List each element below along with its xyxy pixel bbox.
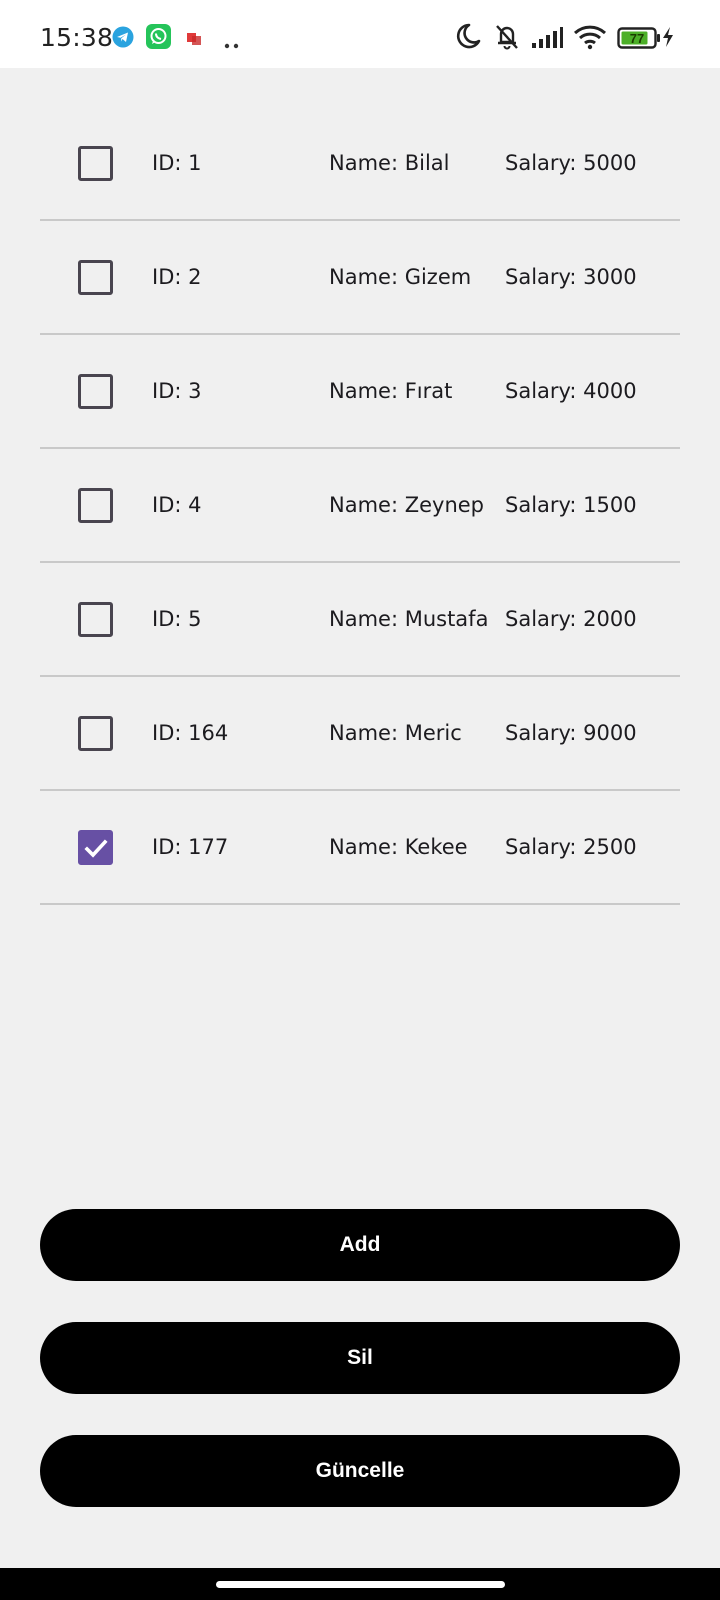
list-item[interactable]: ID: 177 Name: Kekee Salary: 2500 xyxy=(40,791,680,905)
charging-icon xyxy=(661,26,675,52)
wifi-icon xyxy=(573,24,607,54)
app-notification-icon xyxy=(187,30,201,49)
employee-salary: Salary: 9000 xyxy=(505,721,637,745)
battery-icon: 77 xyxy=(617,27,661,53)
update-button[interactable]: Güncelle xyxy=(40,1435,680,1507)
employee-name: Name: Mustafa xyxy=(329,607,489,631)
employee-salary: Salary: 2500 xyxy=(505,835,637,859)
employee-id: ID: 2 xyxy=(152,265,202,289)
row-checkbox[interactable] xyxy=(78,602,113,637)
employee-name: Name: Bilal xyxy=(329,151,450,175)
home-indicator[interactable] xyxy=(216,1581,505,1588)
employee-id: ID: 5 xyxy=(152,607,202,631)
list-item[interactable]: ID: 4 Name: Zeynep Salary: 1500 xyxy=(40,449,680,563)
employee-salary: Salary: 1500 xyxy=(505,493,637,517)
employee-id: ID: 164 xyxy=(152,721,229,745)
employee-id: ID: 1 xyxy=(152,151,202,175)
row-checkbox[interactable] xyxy=(78,146,113,181)
employee-id: ID: 4 xyxy=(152,493,202,517)
row-checkbox[interactable] xyxy=(78,488,113,523)
employee-salary: Salary: 2000 xyxy=(505,607,637,631)
navigation-bar xyxy=(0,1568,720,1600)
employee-salary: Salary: 3000 xyxy=(505,265,637,289)
delete-button[interactable]: Sil xyxy=(40,1322,680,1394)
employee-salary: Salary: 5000 xyxy=(505,151,637,175)
add-button[interactable]: Add xyxy=(40,1209,680,1281)
employee-name: Name: Kekee xyxy=(329,835,468,859)
employee-name: Name: Gizem xyxy=(329,265,472,289)
row-checkbox[interactable] xyxy=(78,830,113,865)
employee-name: Name: Meric xyxy=(329,721,462,745)
list-item[interactable]: ID: 5 Name: Mustafa Salary: 2000 xyxy=(40,563,680,677)
bell-off-icon xyxy=(493,22,521,54)
employee-id: ID: 177 xyxy=(152,835,229,859)
list-item[interactable]: ID: 1 Name: Bilal Salary: 5000 xyxy=(40,107,680,221)
employee-name: Name: Zeynep xyxy=(329,493,484,517)
status-time: 15:38 xyxy=(40,23,114,52)
employee-salary: Salary: 4000 xyxy=(505,379,637,403)
row-checkbox[interactable] xyxy=(78,374,113,409)
whatsapp-icon xyxy=(146,24,171,53)
check-icon xyxy=(84,839,108,858)
employee-name: Name: Fırat xyxy=(329,379,453,403)
signal-icon xyxy=(531,27,563,53)
employee-list: ID: 1 Name: Bilal Salary: 5000 ID: 2 Name: G… xyxy=(40,107,680,905)
telegram-icon xyxy=(112,26,134,52)
status-bar: 15:38 77 xyxy=(0,0,720,68)
list-item[interactable]: ID: 3 Name: Fırat Salary: 4000 xyxy=(40,335,680,449)
employee-id: ID: 3 xyxy=(152,379,202,403)
list-item[interactable]: ID: 164 Name: Meric Salary: 9000 xyxy=(40,677,680,791)
list-item[interactable]: ID: 2 Name: Gizem Salary: 3000 xyxy=(40,221,680,335)
battery-level: 77 xyxy=(629,31,645,46)
more-notifications-icon xyxy=(224,34,240,53)
row-checkbox[interactable] xyxy=(78,260,113,295)
do-not-disturb-moon-icon xyxy=(455,22,481,54)
row-checkbox[interactable] xyxy=(78,716,113,751)
